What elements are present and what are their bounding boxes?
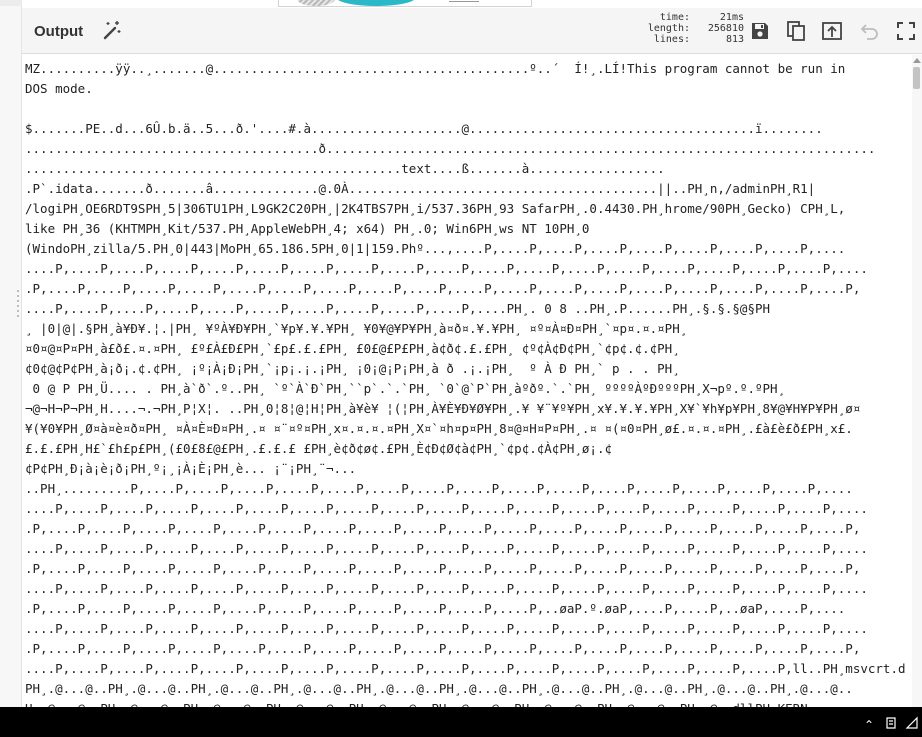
image-preview-thumbnail	[278, 0, 532, 7]
output-line: like PH¸36 (KHTMPH¸Kit/537.PH¸AppleWebPH…	[25, 221, 590, 236]
output-text[interactable]: MZ..........ÿÿ..¸.......@...............…	[22, 55, 912, 707]
left-gutter	[0, 0, 22, 707]
tray-app-icon[interactable]	[885, 716, 897, 730]
scrollbar-thumb[interactable]	[913, 67, 920, 89]
replace-input-icon[interactable]	[821, 20, 843, 42]
output-line: ....P,....P,....P,....P,....P,....P,....…	[25, 261, 868, 276]
output-line: £.£.£PH¸H£`£h£p£PH¸(£0£8£@£PH¸.£.£.£ £PH…	[25, 441, 612, 456]
time-label: time:	[659, 12, 690, 23]
maximise-icon[interactable]	[895, 20, 917, 42]
lines-label: lines:	[653, 34, 690, 45]
output-line: ....P,....P,....P,....P,....P,....P,....…	[25, 501, 868, 516]
scroll-up-arrow-icon[interactable]	[913, 58, 921, 63]
output-line: ¢0¢@¢P¢PH¸à¡ð¡.¢.¢PH¸ ¡º¡À¡Ð¡PH¸`¡p¡.¡.¡…	[25, 361, 680, 376]
output-line: DOS mode.	[25, 81, 93, 96]
output-line: .P,....P,....P,....P,....P,....P,....P,.…	[25, 521, 861, 536]
output-line: ....P,....P,....P,....P,....P,....P,....…	[25, 541, 868, 556]
output-line: ¢P¢PH¸Ð¡à¡è¡ð¡PH¸º¡¸¡À¡È¡PH¸è... ¡¨¡PH¸¨…	[25, 461, 357, 476]
network-icon[interactable]	[905, 716, 919, 730]
output-line: (WindoPH¸zilla/5.PH¸0|443|MoPH¸65.186.5P…	[25, 241, 846, 256]
output-line: ¸ |0|@|.§PH¸à¥Ð¥.¦.|PH¸ ¥ºÀ¥Ð¥PH¸`¥p¥.¥.…	[25, 321, 688, 336]
lines-value: 813	[725, 34, 744, 45]
output-line: ....P,....P,....P,....P,....P,....P,....…	[25, 661, 906, 676]
save-icon[interactable]	[749, 20, 771, 42]
output-line: ........................................…	[25, 161, 665, 176]
time-value: 21ms	[719, 12, 744, 23]
pane-resize-handle[interactable]	[17, 290, 19, 320]
output-line: ....P,....P,....P,....P,....P,....P,....…	[25, 621, 868, 636]
output-line: 0 @ P PH¸Ü.... . PH¸à`ð`.º..PH¸ `º`À`Ð`P…	[25, 381, 786, 396]
output-header: Output time: 21ms length: 256810 lines: 813	[22, 8, 922, 54]
output-line: MZ..........ÿÿ..¸.......@...............…	[25, 61, 846, 76]
output-line: ....P,....P,....P,....P,....P,....P,....…	[25, 301, 771, 316]
output-line: /logiPH¸OE6RDT9SPH¸5|306TU1PH¸L9GK2C20PH…	[25, 201, 846, 216]
length-value: 256810	[707, 23, 744, 34]
taskbar: ⌃	[0, 707, 922, 737]
output-line: $.......PE..d...6Û.b.ä..5...ð.'....#.à..…	[25, 121, 823, 136]
output-line: .P,....P,....P,....P,....P,....P,....P,.…	[25, 561, 861, 576]
output-title: Output	[34, 23, 84, 40]
output-line: ¤0¤@¤P¤PH¸à£ð£.¤.¤PH¸ £º£À£Ð£PH¸`£p£.£.£…	[25, 341, 680, 356]
output-line: .P,....P,....P,....P,....P,....P,....P,.…	[25, 601, 846, 616]
output-line: ....P,....P,....P,....P,....P,....P,....…	[25, 581, 868, 596]
output-line: PH¸.@...@..PH¸.@...@..PH¸.@...@..PH¸.@..…	[25, 681, 853, 696]
length-label: length:	[647, 23, 690, 34]
output-line: .P`.idata.......ð.......â..............@…	[25, 181, 816, 196]
copy-icon[interactable]	[785, 20, 807, 42]
output-line: .P,....P,....P,....P,....P,....P,....P,.…	[25, 281, 861, 296]
output-line: ..PH¸.........P,....P,....P,....P,....P,…	[25, 481, 853, 496]
output-line: ¥(¥0¥PH¸Ø¤à¤è¤ð¤PH¸ ¤À¤È¤Ð¤PH¸.¤ ¤¨¤º¤PH…	[25, 421, 853, 436]
magic-wand-icon[interactable]	[102, 20, 122, 40]
undo-icon[interactable]	[858, 20, 880, 42]
output-stats: time: 21ms length: 256810 lines: 813	[642, 12, 744, 45]
output-line: ¬@¬H¬P¬PH¸H....¬.¬PH¸P¦X¦. ..PH¸0¦8¦@¦H¦…	[25, 401, 861, 416]
tray-chevron-icon[interactable]: ⌃	[864, 718, 874, 732]
output-line: .P,....P,....P,....P,....P,....P,....P,.…	[25, 641, 861, 656]
output-line: .......................................ð…	[25, 141, 876, 156]
top-strip	[0, 0, 22, 6]
output-scrollbar[interactable]	[912, 55, 922, 707]
output-content: MZ..........ÿÿ..¸.......@...............…	[25, 59, 912, 707]
